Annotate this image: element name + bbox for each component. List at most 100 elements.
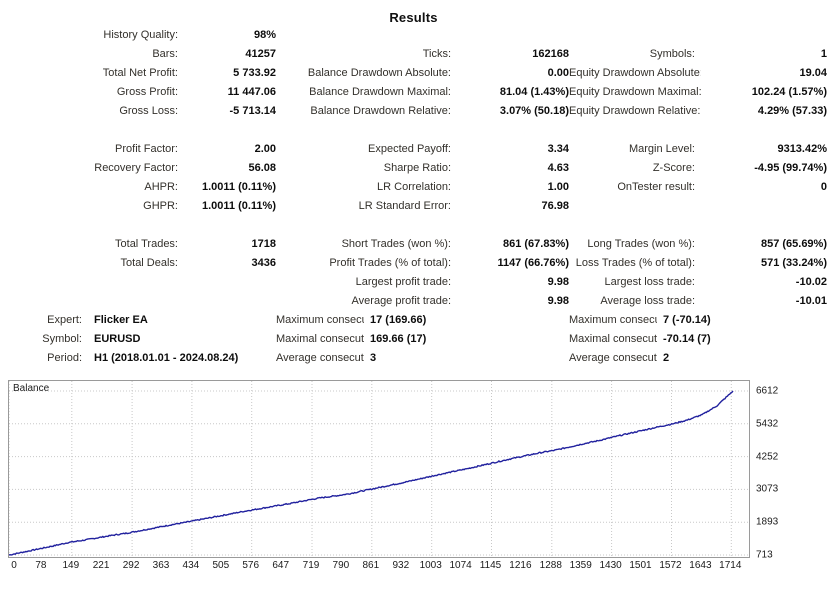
x-axis-tick-label: 1572 [659, 560, 682, 571]
stats-value: 5 733.92 [233, 67, 276, 79]
stats-label: Short Trades (won %): [341, 238, 451, 250]
stats-label: Loss Trades (% of total): [575, 257, 695, 269]
stats-label: Total Net Profit: [102, 67, 178, 79]
stats-row: History Quality: 98% [0, 26, 827, 45]
stats-cell: Equity Drawdown Maximal: 102.24 (1.57%) [569, 83, 827, 102]
x-axis-tick-label: 1643 [689, 560, 712, 571]
stats-meta-row: Period: H1 (2018.01.01 - 2024.08.24) Avera… [0, 349, 827, 368]
stats-value: 0.00 [547, 67, 569, 79]
stats-value: 0 [820, 181, 827, 193]
stats-value: -10.01 [795, 295, 827, 307]
stats-value: 102.24 (1.57%) [751, 86, 827, 98]
stats-value: 3 [370, 352, 377, 364]
x-axis-tick-label: 861 [362, 560, 380, 571]
stats-label: LR Standard Error: [358, 200, 451, 212]
stats-cell: AHPR: 1.0011 (0.11%) [0, 178, 276, 197]
page-title: Results [389, 10, 438, 25]
stats-label: Total Trades: [115, 238, 178, 250]
stats-value: 9.98 [547, 276, 569, 288]
stats-value: 4.29% (57.33) [757, 105, 827, 117]
stats-value: 1718 [251, 238, 276, 250]
x-axis-tick-label: 932 [392, 560, 410, 571]
stats-label: Balance Drawdown Maximal: [309, 86, 451, 98]
stats-cell [0, 273, 276, 292]
stats-cell: Z-Score: -4.95 (99.74%) [569, 159, 827, 178]
stats-label: Balance Drawdown Relative: [310, 105, 451, 117]
stats-cell: Average consecutive losses: 2 [569, 349, 827, 368]
stats-cell: Period: H1 (2018.01.01 - 2024.08.24) [0, 349, 276, 368]
stats-row: Gross Loss: -5 713.14 Balance Drawdown Rel… [0, 102, 827, 121]
stats-value: 2.00 [254, 143, 276, 155]
stats-value: 9.98 [547, 295, 569, 307]
stats-cell: Balance Drawdown Absolute: 0.00 [276, 64, 569, 83]
stats-cell: Expected Payoff: 3.34 [276, 140, 569, 159]
stats-value: 1.00 [547, 181, 569, 193]
x-axis-tick-label: 1288 [539, 560, 562, 571]
stats-cell: Total Net Profit: 5 733.92 [0, 64, 276, 83]
stats-value: 861 (67.83%) [502, 238, 569, 250]
stats-value: 169.66 (17) [370, 333, 427, 345]
stats-cell: Margin Level: 9313.42% [569, 140, 827, 159]
stats-cell: Profit Factor: 2.00 [0, 140, 276, 159]
stats-cell: LR Correlation: 1.00 [276, 178, 569, 197]
stats-meta-row: Expert: Flicker EA Maximum consecutive win… [0, 311, 827, 330]
x-axis-tick-label: 434 [182, 560, 200, 571]
stats-value: 1147 (66.76%) [497, 257, 569, 269]
chart-legend-label: Balance [13, 383, 50, 394]
stats-row: Recovery Factor: 56.08 Sharpe Ratio: 4.63 Z-… [0, 159, 827, 178]
stats-value: -10.02 [795, 276, 827, 288]
stats-cell: LR Standard Error: 76.98 [276, 197, 569, 216]
stats-value: -4.95 (99.74%) [754, 162, 827, 174]
stats-cell: Equity Drawdown Relative: 4.29% (57.33) [569, 102, 827, 121]
stats-cell: Balance Drawdown Relative: 3.07% (50.18) [276, 102, 569, 121]
stats-value: 571 (33.24%) [760, 257, 827, 269]
y-axis-tick-label: 6612 [756, 385, 779, 397]
stats-value: 19.04 [799, 67, 827, 79]
stats-row: AHPR: 1.0011 (0.11%) LR Correlation: 1.00 On… [0, 178, 827, 197]
x-axis-tick-label: 647 [272, 560, 290, 571]
stats-cell: Maximal consecutive loss (count): -70.14 … [569, 330, 827, 349]
stats-meta-row: Symbol: EURUSD Maximal consecutive profit … [0, 330, 827, 349]
stats-value: 9313.42% [777, 143, 827, 155]
stats-label: Expected Payoff: [368, 143, 451, 155]
stats-cell: Symbols: 1 [569, 45, 827, 64]
stats-label: Z-Score: [652, 162, 695, 174]
stats-label: Maximum consecutive losses ($): [569, 314, 657, 326]
stats-value: 857 (65.69%) [760, 238, 827, 250]
stats-value: 76.98 [541, 200, 569, 212]
stats-cell: Equity Drawdown Absolute: 19.04 [569, 64, 827, 83]
stats-cell [569, 26, 827, 45]
x-axis-tick-label: 790 [332, 560, 350, 571]
stats-cell [569, 197, 827, 216]
stats-row: Gross Profit: 11 447.06 Balance Drawdown M… [0, 83, 827, 102]
stats-value: 162168 [532, 48, 569, 60]
stats-label: AHPR: [144, 181, 178, 193]
stats-cell: Maximum consecutive losses ($): 7 (-70.14… [569, 311, 827, 330]
stats-cell [276, 26, 569, 45]
stats-row: GHPR: 1.0011 (0.11%) LR Standard Error: 76.… [0, 197, 827, 216]
stats-label: Symbol: [42, 333, 82, 345]
stats-row-spacer [0, 216, 827, 235]
balance-chart[interactable]: Balance 6612 5432 4252 3073 1893 713 0 78 149 22… [8, 380, 819, 578]
stats-label: Profit Factor: [115, 143, 178, 155]
stats-row-spacer [0, 121, 827, 140]
x-axis-tick-label: 1216 [509, 560, 532, 571]
stats-cell [0, 292, 276, 311]
stats-label: Profit Trades (% of total): [329, 257, 451, 269]
x-axis-tick-label: 149 [62, 560, 80, 571]
stats-label: Ticks: [422, 48, 451, 60]
stats-cell: OnTester result: 0 [569, 178, 827, 197]
stats-value: Flicker EA [94, 314, 148, 326]
stats-value: 7 (-70.14) [663, 314, 711, 326]
x-axis-tick-label: 1074 [449, 560, 472, 571]
stats-label: Gross Profit: [116, 86, 178, 98]
stats-cell: Sharpe Ratio: 4.63 [276, 159, 569, 178]
stats-value: 81.04 (1.43%) [499, 86, 569, 98]
stats-cell: Recovery Factor: 56.08 [0, 159, 276, 178]
x-axis-tick-label: 1145 [479, 560, 502, 571]
stats-cell: Largest loss trade: -10.02 [569, 273, 827, 292]
stats-label: Maximal consecutive profit (count): [276, 333, 364, 345]
stats-label: Largest profit trade: [355, 276, 451, 288]
y-axis-tick-label: 3073 [756, 483, 779, 495]
stats-label: Equity Drawdown Relative: [569, 105, 701, 117]
